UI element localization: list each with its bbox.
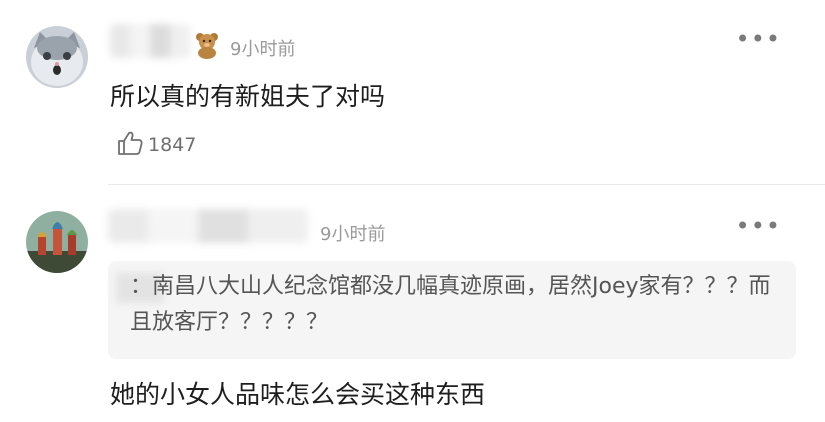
username-redacted[interactable] bbox=[110, 24, 190, 58]
comment-item: 9小时前 ••• ：南昌八大山人纪念馆都没几幅真迹原画，居然Joey家有？？？而… bbox=[0, 185, 825, 422]
comment-time: 9小时前 bbox=[230, 39, 296, 60]
more-options-icon[interactable]: ••• bbox=[736, 214, 781, 238]
avatar[interactable] bbox=[26, 26, 88, 88]
thumbs-up-icon bbox=[116, 129, 144, 161]
teddy-bear-badge-icon bbox=[193, 31, 221, 59]
quoted-reply-text: ：南昌八大山人纪念馆都没几幅真迹原画，居然Joey家有？？？而且放客厅？？？？？ bbox=[130, 274, 771, 335]
username-redacted[interactable] bbox=[108, 209, 308, 243]
more-options-icon[interactable]: ••• bbox=[736, 27, 781, 51]
comment-text: 她的小女人品味怎么会买这种东西 bbox=[110, 380, 486, 409]
comment-item: 9小时前 ••• 所以真的有新姐夫了对吗 1847 bbox=[0, 0, 825, 184]
quoted-reply[interactable]: ：南昌八大山人纪念馆都没几幅真迹原画，居然Joey家有？？？而且放客厅？？？？？ bbox=[108, 261, 796, 359]
avatar[interactable] bbox=[26, 211, 88, 273]
comment-text: 所以真的有新姐夫了对吗 bbox=[110, 82, 386, 111]
like-button[interactable]: 1847 bbox=[116, 130, 196, 160]
comment-time: 9小时前 bbox=[320, 224, 386, 245]
like-count: 1847 bbox=[148, 134, 197, 156]
